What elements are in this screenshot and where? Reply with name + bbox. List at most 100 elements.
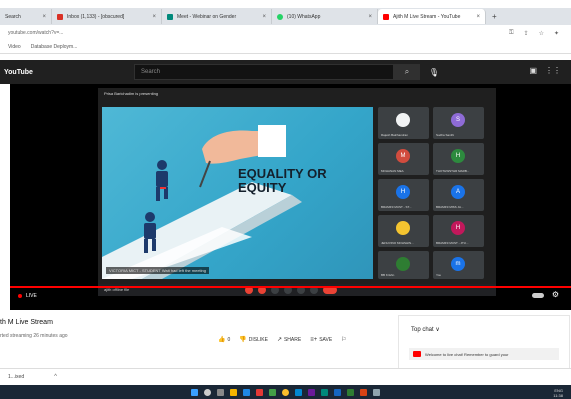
participant-tile[interactable]: Rajesh Balchandran bbox=[378, 107, 429, 139]
save-label: SAVE bbox=[319, 336, 333, 343]
create-icon[interactable]: ▣ bbox=[529, 66, 537, 75]
participant-name: THOTHWSTHR MARB... bbox=[436, 169, 470, 173]
close-icon[interactable]: × bbox=[42, 14, 46, 20]
windows-taskbar: ENG 11:38 bbox=[0, 385, 571, 399]
url-text[interactable]: youtube.com/watch?v=... bbox=[8, 30, 63, 36]
tab-search[interactable]: Search × bbox=[0, 9, 52, 24]
search-button[interactable]: ⌕ bbox=[394, 64, 420, 80]
dislike-label: DISLIKE bbox=[248, 337, 268, 343]
extension-icon[interactable]: ✦ bbox=[554, 30, 559, 37]
app-icon[interactable] bbox=[308, 388, 315, 396]
task-view-icon[interactable] bbox=[217, 388, 224, 396]
star-icon[interactable]: ☆ bbox=[539, 30, 544, 37]
share-button[interactable]: ↗ SHARE bbox=[277, 336, 301, 343]
participant-grid: Rajesh Balchandran S Sudha Santhi M MOHA… bbox=[378, 107, 490, 279]
search-input[interactable]: Search bbox=[134, 64, 394, 80]
chevron-down-icon: ∨ bbox=[435, 327, 440, 333]
thumbs-down-icon: 👎 bbox=[239, 337, 247, 343]
close-icon[interactable]: × bbox=[368, 14, 372, 20]
participant-tile[interactable]: BB Krishn bbox=[378, 251, 429, 279]
close-icon[interactable]: × bbox=[152, 14, 156, 20]
avatar: A bbox=[451, 185, 465, 199]
tab-label: Search bbox=[5, 13, 21, 20]
live-label: LIVE bbox=[26, 293, 37, 299]
participant-name: Sudha Santhi bbox=[436, 133, 455, 137]
live-indicator[interactable]: LIVE bbox=[18, 293, 37, 299]
start-icon[interactable] bbox=[191, 388, 198, 396]
avatar bbox=[396, 221, 410, 235]
clock: 11:38 bbox=[553, 393, 563, 398]
tab-label: (10) WhatsApp bbox=[287, 13, 321, 20]
participant-tile[interactable]: A BRAMINI MISS JA... bbox=[433, 179, 484, 211]
key-icon[interactable]: ⚿ bbox=[509, 30, 514, 37]
live-chat-panel: Top chat ∨ Welcome to live chat! Remembe… bbox=[398, 315, 570, 370]
settings-icon[interactable]: ⚙ bbox=[552, 290, 559, 299]
apps-icon[interactable]: ⋮⋮ bbox=[545, 66, 561, 75]
address-bar[interactable]: youtube.com/watch?v=... ⚿ ⇪ ☆ ✦ bbox=[0, 25, 571, 41]
mail-icon[interactable] bbox=[243, 388, 250, 396]
chat-mode-label: Top chat bbox=[411, 327, 434, 333]
app-icon[interactable] bbox=[256, 388, 263, 396]
app-icon[interactable] bbox=[269, 388, 276, 396]
like-count: 0 bbox=[227, 337, 231, 343]
slide-title: EQUALITY OR EQUITY bbox=[238, 167, 373, 195]
app-icon[interactable] bbox=[373, 388, 380, 396]
file-explorer-icon[interactable] bbox=[230, 388, 237, 396]
search-icon: ⌕ bbox=[404, 67, 410, 76]
chat-mode-dropdown[interactable]: Top chat ∨ bbox=[411, 326, 440, 333]
bookmark-database[interactable]: Database Deploym... bbox=[31, 44, 78, 50]
new-tab-button[interactable]: + bbox=[492, 12, 497, 21]
dislike-button[interactable]: 👎 DISLIKE bbox=[239, 336, 268, 343]
tab-gmail[interactable]: Inbox (1,133) - [obscured] × bbox=[52, 9, 162, 24]
avatar: H bbox=[451, 149, 465, 163]
tab-meet[interactable]: Meet - Webinar on Gender × bbox=[162, 9, 272, 24]
participant-tile[interactable]: M MOHANAN MEA bbox=[378, 143, 429, 175]
edge-icon[interactable] bbox=[295, 388, 302, 396]
browser-tab-strip: Search × Inbox (1,133) - [obscured] × Me… bbox=[0, 8, 571, 25]
participant-tile[interactable]: S Sudha Santhi bbox=[433, 107, 484, 139]
autoplay-toggle[interactable] bbox=[531, 293, 544, 298]
download-item[interactable]: 1...ixed bbox=[8, 374, 24, 380]
thumbs-up-icon: 👍 bbox=[218, 337, 226, 343]
participant-tile[interactable]: H BRAMINI MUST - ST... bbox=[378, 179, 429, 211]
live-progress-bar[interactable] bbox=[10, 286, 571, 288]
video-actions: 👍 0 👎 DISLIKE ↗ SHARE ≡+ SAVE ⚐ bbox=[218, 336, 349, 344]
participant-name: You bbox=[436, 273, 442, 277]
word-icon[interactable] bbox=[334, 388, 341, 396]
mic-icon[interactable]: 🎙 bbox=[428, 66, 440, 78]
share-icon[interactable]: ⇪ bbox=[524, 30, 529, 37]
video-player[interactable]: Prisa Barichadim is presenting EQUALITY … bbox=[10, 84, 571, 310]
participant-name: Rajesh Balchandran bbox=[381, 133, 409, 137]
search-icon[interactable] bbox=[204, 388, 211, 396]
participant-name: JENUVINO MOHSHIN... bbox=[381, 241, 414, 245]
excel-icon[interactable] bbox=[347, 388, 354, 396]
share-arrow-icon: ↗ bbox=[276, 337, 282, 343]
close-icon[interactable]: × bbox=[262, 14, 266, 20]
download-bar: 1...ixed ^ bbox=[0, 368, 571, 385]
youtube-header: YouTube Search ⌕ 🎙 ▣ ⋮⋮ bbox=[0, 60, 571, 84]
participant-tile[interactable]: H THOTHWSTHR MARB... bbox=[433, 143, 484, 175]
avatar: S bbox=[451, 113, 465, 127]
tab-whatsapp[interactable]: (10) WhatsApp × bbox=[272, 9, 378, 24]
participant-tile[interactable]: H BRAMINI MUST - JTU... bbox=[433, 215, 484, 247]
chrome-icon[interactable] bbox=[282, 388, 289, 396]
whatsapp-icon bbox=[277, 13, 283, 20]
report-button[interactable]: ⚐ bbox=[341, 336, 348, 343]
avatar bbox=[396, 257, 410, 271]
app-icon[interactable] bbox=[321, 388, 328, 396]
participant-tile[interactable]: m You bbox=[433, 251, 484, 279]
like-button[interactable]: 👍 0 bbox=[218, 336, 230, 343]
youtube-logo[interactable]: YouTube bbox=[4, 69, 33, 76]
share-label: SHARE bbox=[283, 337, 302, 343]
presenter-label: Prisa Barichadim is presenting bbox=[104, 91, 159, 96]
participant-tile[interactable]: JENUVINO MOHSHIN... bbox=[378, 215, 429, 247]
powerpoint-icon[interactable] bbox=[360, 388, 367, 396]
close-icon[interactable]: × bbox=[476, 14, 480, 20]
bookmark-video[interactable]: Video bbox=[8, 44, 21, 50]
system-tray[interactable]: ENG 11:38 bbox=[553, 388, 563, 398]
participant-name: BRAMINI MISS JA... bbox=[436, 205, 464, 209]
save-button[interactable]: ≡+ SAVE bbox=[310, 337, 332, 343]
tab-youtube[interactable]: Ajith M Live Stream - YouTube × bbox=[378, 9, 486, 24]
participant-name: BRAMINI MUST - ST... bbox=[381, 205, 412, 209]
chevron-up-icon[interactable]: ^ bbox=[54, 374, 57, 380]
